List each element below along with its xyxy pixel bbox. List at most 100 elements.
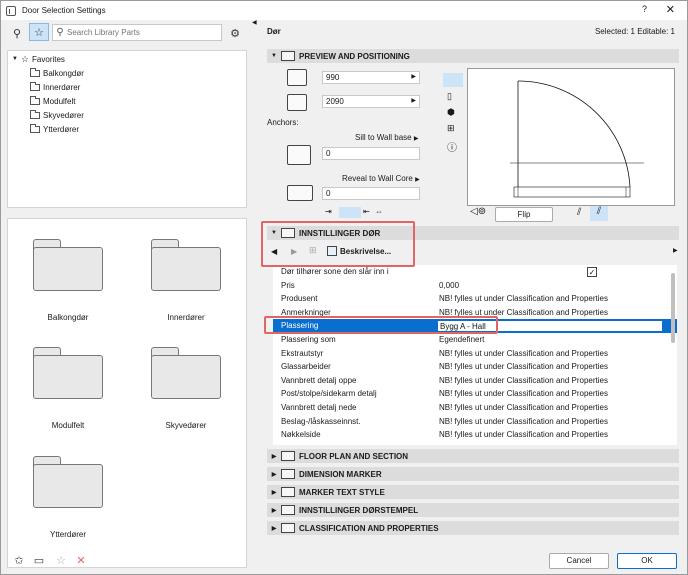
table-row[interactable]: Nøkkelside NB! fylles ut under Classifica… <box>273 428 677 442</box>
tree-label: Innerdører <box>43 82 81 92</box>
folder-icon <box>30 67 40 77</box>
view-plan-icon[interactable] <box>443 73 463 87</box>
tree-item-favorites[interactable]: ▼ ☆ Favorites <box>12 52 65 66</box>
grid-folder-label: Innerdører <box>167 313 205 322</box>
stamp-settings-icon <box>281 505 295 515</box>
grid-folder-item[interactable]: Ytterdører <box>23 456 113 539</box>
chevron-right-icon[interactable]: ▶ <box>673 247 678 254</box>
tree-item[interactable]: Skyvedører <box>30 108 84 122</box>
table-row[interactable]: Beslag-/låskasseinnst. NB! fylles ut unde… <box>273 415 677 429</box>
close-button[interactable]: ✕ <box>666 3 675 16</box>
cancel-button[interactable]: Cancel <box>549 553 609 569</box>
ok-button[interactable]: OK <box>617 553 677 569</box>
table-row[interactable]: Vannbrett detalj oppe NB! fylles ut under… <box>273 374 677 388</box>
table-row[interactable]: Glassarbeider NB! fylles ut under Classif… <box>273 360 677 374</box>
param-value[interactable]: NB! fylles ut under Classification and P… <box>439 415 608 429</box>
opening-side-left-icon[interactable]: ⫽ <box>577 207 581 218</box>
section-marker-text-style[interactable]: ▶ MARKER TEXT STYLE <box>267 485 679 499</box>
add-favorite-icon[interactable]: ✩ <box>9 551 29 569</box>
folder-icon <box>33 347 103 399</box>
gear-icon[interactable]: ⚙ <box>225 24 245 42</box>
table-row[interactable]: Dør tilhører sone den slår inn i ✓ <box>273 265 677 279</box>
param-name: Beslag-/låskasseinnst. <box>281 416 361 426</box>
param-name: Plassering som <box>281 335 336 344</box>
element-name: Dør <box>267 27 281 36</box>
table-row[interactable]: Vannbrett detalj nede NB! fylles ut under… <box>273 401 677 415</box>
height-field[interactable]: 2090 ▶ <box>322 95 420 108</box>
sill-field[interactable]: 0 <box>322 147 420 160</box>
table-row[interactable]: Produsent NB! fylles ut under Classificat… <box>273 292 677 306</box>
grid-folder-item[interactable]: Modulfelt <box>23 347 113 430</box>
tree-label: Modulfelt <box>43 96 76 106</box>
highlight-box-settings <box>261 221 415 267</box>
param-value[interactable]: NB! fylles ut under Classification and P… <box>439 292 608 306</box>
collapse-panel-icon[interactable]: ◀ <box>252 19 257 26</box>
folder-icon <box>30 109 40 119</box>
param-name: Vannbrett detalj nede <box>281 403 357 412</box>
new-folder-icon[interactable]: ▭ <box>29 551 49 569</box>
hierarchy-view-icon[interactable]: ⚲ <box>7 24 27 42</box>
folder-icon <box>30 123 40 133</box>
anchor-option-selected[interactable] <box>339 207 361 218</box>
param-value[interactable]: Egendefinert <box>439 333 484 347</box>
section-title: DIMENSION MARKER <box>299 469 382 479</box>
section-classification[interactable]: ▶ CLASSIFICATION AND PROPERTIES <box>267 521 679 535</box>
table-row[interactable]: Post/stolpe/sidekarm detalj NB! fylles ut… <box>273 387 677 401</box>
flip-icon: ◁⊚ <box>470 206 487 217</box>
grid-folder-item[interactable]: Balkongdør <box>23 239 113 322</box>
param-value[interactable]: NB! fylles ut under Classification and P… <box>439 347 608 361</box>
chevron-right-icon: ▶ <box>271 453 277 460</box>
table-row[interactable]: Plassering som Egendefinert <box>273 333 677 347</box>
help-button[interactable]: ? <box>642 4 647 14</box>
info-icon[interactable]: ⓘ <box>447 139 457 154</box>
grid-folder-label: Skyvedører <box>165 421 207 430</box>
view-section-icon[interactable]: ⊞ <box>447 123 455 134</box>
tree-item[interactable]: Ytterdører <box>30 122 79 136</box>
param-checkbox[interactable]: ✓ <box>587 267 597 277</box>
table-row[interactable]: Pris 0,000 <box>273 279 677 293</box>
width-field[interactable]: 990 ▶ <box>322 71 420 84</box>
section-floor-plan[interactable]: ▶ FLOOR PLAN AND SECTION <box>267 449 679 463</box>
anchor-option-icon[interactable]: ⇥ <box>325 207 332 216</box>
param-value[interactable]: NB! fylles ut under Classification and P… <box>439 360 608 374</box>
chevron-right-icon: ▶ <box>413 136 419 142</box>
flip-button[interactable]: Flip <box>495 207 553 222</box>
tree-item[interactable]: Innerdører <box>30 80 80 94</box>
param-value[interactable]: NB! fylles ut under Classification and P… <box>439 387 608 401</box>
param-value[interactable]: NB! fylles ut under Classification and P… <box>439 428 608 442</box>
folder-icon <box>151 347 221 399</box>
section-dimension-marker[interactable]: ▶ DIMENSION MARKER <box>267 467 679 481</box>
anchors-label: Anchors: <box>267 118 299 127</box>
section-preview-positioning[interactable]: ▼ PREVIEW AND POSITIONING <box>267 49 679 63</box>
grid-folder-item[interactable]: Skyvedører <box>141 347 231 430</box>
grid-folder-item[interactable]: Innerdører <box>141 239 231 322</box>
reveal-field[interactable]: 0 <box>322 187 420 200</box>
view-front-icon[interactable]: ▯ <box>447 91 452 102</box>
param-value[interactable]: NB! fylles ut under Classification and P… <box>439 401 608 415</box>
tree-item[interactable]: Modulfelt <box>30 94 75 108</box>
param-value[interactable]: NB! fylles ut under Classification and P… <box>439 374 608 388</box>
remove-favorite-icon[interactable]: ☆ <box>51 551 71 569</box>
opening-side-right-icon[interactable]: ⫽ <box>590 206 608 221</box>
search-input[interactable] <box>67 28 217 37</box>
param-value[interactable]: 0,000 <box>439 279 459 293</box>
table-scrollbar[interactable] <box>671 273 675 343</box>
highlight-box-location <box>264 316 498 334</box>
delete-icon[interactable]: ✕ <box>71 551 91 569</box>
grid-folder-label: Modulfelt <box>51 421 85 430</box>
favorites-star-icon[interactable]: ☆ <box>29 23 49 41</box>
folder-icon <box>33 456 103 508</box>
library-bottom-toolbar: ✩ ▭ ☆ ✕ <box>7 551 127 569</box>
section-door-stamp[interactable]: ▶ INNSTILLINGER DØRSTEMPEL <box>267 503 679 517</box>
param-name: Produsent <box>281 294 318 304</box>
table-row[interactable]: Ekstrautstyr NB! fylles ut under Classifi… <box>273 347 677 361</box>
chevron-right-icon: ▶ <box>271 489 277 496</box>
classification-icon <box>281 523 295 533</box>
view-3d-icon[interactable]: ⬢ <box>447 107 455 118</box>
anchor-option-icon[interactable]: ⇔ <box>375 207 383 216</box>
anchor-option-icon[interactable]: ⇤ <box>363 207 370 216</box>
sill-anchor-dropdown[interactable]: Sill to Wall base ▶ <box>355 133 418 142</box>
tree-item[interactable]: Balkongdør <box>30 66 84 80</box>
reveal-anchor-dropdown[interactable]: Reveal to Wall Core ▶ <box>342 174 420 183</box>
search-box: ⚲ <box>52 24 222 41</box>
